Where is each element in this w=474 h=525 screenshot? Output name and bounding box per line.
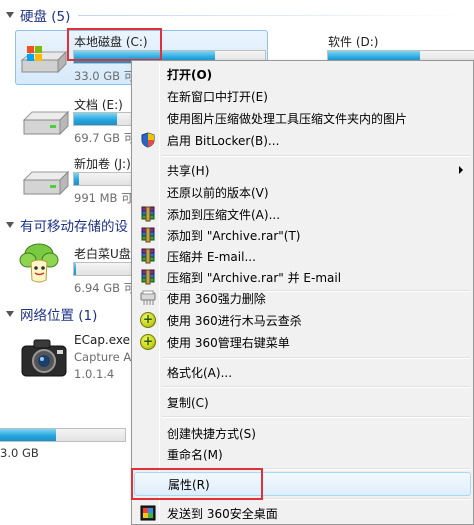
menu-item-bitlocker[interactable]: 启用 BitLocker(B)... <box>134 129 471 151</box>
usb-drive-cabbage-icon <box>19 243 59 283</box>
drive-j-usage-bar <box>73 172 133 186</box>
usb-drive-free: 6.94 GB 可 <box>74 281 136 295</box>
menu-item-360-manage-menu[interactable]: + 使用 360管理右键菜单 <box>134 331 471 353</box>
menu-item-360-force-delete[interactable]: 使用 360强力删除 <box>134 287 471 309</box>
submenu-arrow-icon <box>459 166 463 174</box>
menu-item-label: 启用 BitLocker(B)... <box>167 133 280 148</box>
menu-item-label: 重命名(M) <box>167 447 223 462</box>
menu-item-label: 添加到压缩文件(A)... <box>167 207 281 222</box>
drive-j-free: 991 MB 可 <box>74 191 133 205</box>
drive-e-free: 69.7 GB 可 <box>74 131 136 145</box>
collapse-arrow-icon[interactable] <box>6 311 14 317</box>
network-item-desc: Capture A <box>74 350 132 364</box>
system-drive-icon <box>20 46 68 74</box>
network-item-version: 1.0.1.4 <box>74 367 115 381</box>
usb-drive-name[interactable]: 老白菜U盘 <box>74 245 131 262</box>
uac-shield-icon <box>141 132 155 148</box>
hard-drive-icon <box>22 170 70 196</box>
menu-item-create-shortcut[interactable]: 创建快捷方式(S) <box>134 422 471 444</box>
collapse-arrow-icon[interactable] <box>6 222 14 228</box>
drive-c-free: 33.0 GB 可 <box>74 69 136 83</box>
menu-item-label: 在新窗口中打开(E) <box>167 89 268 104</box>
usb-drive-usage-fill <box>74 263 77 275</box>
shredder-icon <box>140 290 156 305</box>
detail-free-space: 3.0 GB <box>0 446 39 460</box>
hard-drive-icon <box>22 110 70 136</box>
section-network[interactable]: 网络位置 (1) <box>6 304 131 324</box>
winrar-icon <box>141 206 155 222</box>
drive-e-name[interactable]: 文档 (E:) <box>74 96 123 113</box>
menu-item-restore-versions[interactable]: 还原以前的版本(V) <box>134 181 471 203</box>
detail-usage-bar <box>0 428 126 442</box>
section-divider <box>78 14 466 16</box>
menu-separator <box>162 357 470 359</box>
menu-separator <box>162 416 470 418</box>
menu-item-label: 使用 360管理右键菜单 <box>167 335 290 350</box>
menu-item-compress-rar-email[interactable]: 压缩到 "Archive.rar" 并 E-mail <box>134 266 471 288</box>
menu-item-copy[interactable]: 复制(C) <box>134 391 471 413</box>
winrar-icon <box>141 227 155 243</box>
menu-separator <box>162 155 470 157</box>
menu-item-open[interactable]: 打开(O) <box>134 63 471 85</box>
drive-e-usage-fill <box>74 113 117 125</box>
360-plus-icon: + <box>140 334 156 350</box>
menu-item-label: 使用 360进行木马云查杀 <box>167 313 302 328</box>
highlight-properties <box>131 468 263 500</box>
menu-item-label: 压缩并 E-mail... <box>167 249 256 264</box>
menu-item-label: 发送到 360安全桌面 <box>167 506 278 521</box>
menu-item-rename[interactable]: 重命名(M) <box>134 443 471 465</box>
menu-item-label: 创建快捷方式(S) <box>167 426 256 441</box>
winrar-icon <box>141 248 155 264</box>
menu-item-compress-email[interactable]: 压缩并 E-mail... <box>134 245 471 267</box>
menu-item-360-send-desktop[interactable]: 发送到 360安全桌面 <box>134 502 471 524</box>
section-hard-disks[interactable]: 硬盘 (5) <box>6 5 466 25</box>
camera-icon <box>21 339 67 377</box>
menu-item-label: 压缩到 "Archive.rar" 并 E-mail <box>167 270 342 285</box>
network-item-name[interactable]: ECap.exe <box>74 333 130 347</box>
usb-drive-usage-bar <box>73 262 133 276</box>
360-desktop-icon <box>140 505 156 521</box>
detail-usage-fill <box>0 429 56 441</box>
menu-item-label: 复制(C) <box>167 395 209 410</box>
section-title: 有可移动存储的设 <box>20 219 128 235</box>
section-title: 硬盘 (5) <box>20 9 71 25</box>
menu-item-label: 还原以前的版本(V) <box>167 185 269 200</box>
menu-item-label: 打开(O) <box>167 67 213 82</box>
collapse-arrow-icon[interactable] <box>6 12 14 18</box>
menu-item-format[interactable]: 格式化(A)... <box>134 361 471 383</box>
menu-item-label: 使用图片压缩做处理工具压缩文件夹内的图片 <box>167 111 408 126</box>
menu-item-open-new-window[interactable]: 在新窗口中打开(E) <box>134 85 471 107</box>
drive-j-name[interactable]: 新加卷 (J:) <box>74 155 131 172</box>
drive-d-name[interactable]: 软件 (D:) <box>328 33 378 50</box>
menu-item-label: 使用 360强力删除 <box>167 291 266 306</box>
highlight-drive-c <box>67 28 162 61</box>
drive-j-usage-fill <box>74 173 79 185</box>
menu-item-add-to-archive-rar[interactable]: 添加到 "Archive.rar"(T) <box>134 224 471 246</box>
menu-item-share[interactable]: 共享(H) <box>134 159 471 181</box>
menu-separator <box>162 386 470 388</box>
menu-item-label: 共享(H) <box>167 163 210 178</box>
menu-item-label: 添加到 "Archive.rar"(T) <box>167 228 301 243</box>
menu-item-compress-images[interactable]: 使用图片压缩做处理工具压缩文件夹内的图片 <box>134 107 471 129</box>
section-removable[interactable]: 有可移动存储的设 <box>6 215 131 235</box>
menu-item-label: 格式化(A)... <box>167 365 233 380</box>
menu-item-add-to-archive[interactable]: 添加到压缩文件(A)... <box>134 203 471 225</box>
360-plus-icon: + <box>140 312 156 328</box>
winrar-icon <box>141 269 155 285</box>
context-menu: 打开(O) 在新窗口中打开(E) 使用图片压缩做处理工具压缩文件夹内的图片 启用… <box>131 60 474 525</box>
section-title: 网络位置 (1) <box>20 308 98 324</box>
menu-item-360-trojan-scan[interactable]: + 使用 360进行木马云查杀 <box>134 309 471 331</box>
